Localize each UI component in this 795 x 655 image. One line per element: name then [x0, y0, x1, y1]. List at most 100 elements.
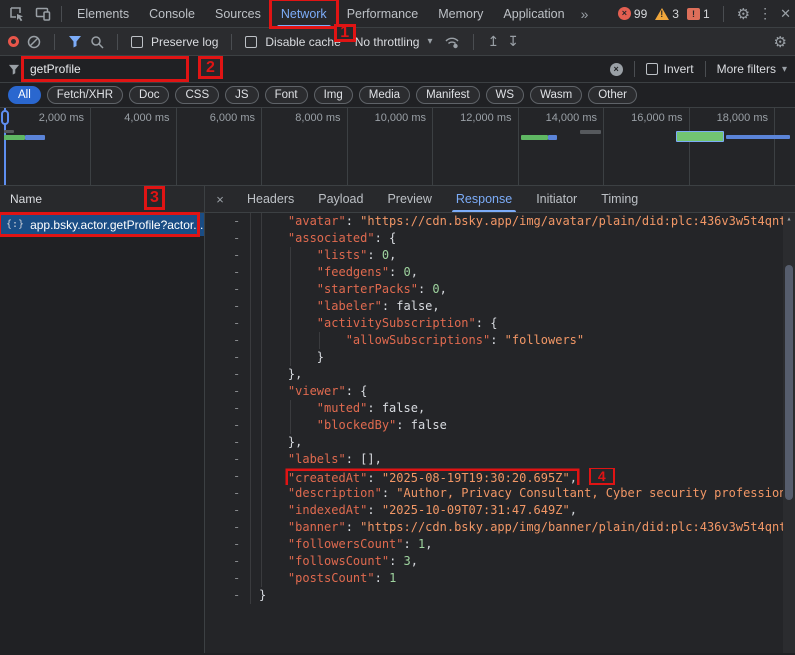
close-detail-icon[interactable]: ×	[205, 192, 235, 207]
filter-chip-other[interactable]: Other	[588, 86, 637, 104]
fold-marker[interactable]: -	[205, 587, 251, 604]
network-conditions-icon[interactable]	[444, 35, 460, 49]
request-row[interactable]: {:} app.bsky.actor.getProfile?actor...	[0, 213, 204, 236]
filter-chip-media[interactable]: Media	[359, 86, 410, 104]
more-filters-dropdown-arrow-icon[interactable]: ▾	[782, 64, 787, 75]
export-har-icon[interactable]: ↧	[507, 33, 519, 50]
invert-checkbox[interactable]	[646, 63, 658, 75]
tab-console[interactable]: Console	[139, 0, 205, 27]
network-toolbar: Preserve log Disable cache No throttling…	[0, 28, 795, 56]
issues-badge[interactable]: ! 1	[687, 7, 710, 21]
filter-input[interactable]: getProfile	[26, 60, 85, 78]
indent	[259, 401, 317, 415]
token: :	[382, 486, 396, 500]
network-settings-gear-icon[interactable]: ⚙	[774, 33, 787, 51]
network-overview-timeline[interactable]: 2,000 ms4,000 ms6,000 ms8,000 ms10,000 m…	[0, 108, 795, 186]
token: ,	[570, 471, 577, 485]
scroll-up-arrow-icon[interactable]: ▴	[783, 213, 795, 225]
indent	[259, 367, 288, 381]
disable-cache-checkbox[interactable]	[245, 36, 257, 48]
fold-marker[interactable]: -	[205, 349, 251, 366]
fold-marker[interactable]: -	[205, 502, 251, 519]
filter-chip-img[interactable]: Img	[314, 86, 353, 104]
detail-tab-payload[interactable]: Payload	[306, 186, 375, 212]
token: :	[418, 282, 432, 296]
response-line-code: "description": "Author, Privacy Consulta…	[251, 485, 795, 502]
clear-filter-icon[interactable]: ×	[610, 63, 623, 76]
fold-marker[interactable]: -	[205, 451, 251, 468]
fold-marker[interactable]: -	[205, 400, 251, 417]
clear-network-log-icon[interactable]	[27, 35, 41, 49]
error-badge[interactable]: × 99	[618, 7, 647, 21]
fold-marker[interactable]: -	[205, 468, 251, 485]
fold-marker[interactable]: -	[205, 281, 251, 298]
settings-gear-icon[interactable]: ⚙	[737, 5, 750, 23]
fold-marker[interactable]: -	[205, 315, 251, 332]
fold-marker[interactable]: -	[205, 264, 251, 281]
preserve-log-checkbox[interactable]	[131, 36, 143, 48]
tab-memory[interactable]: Memory	[428, 0, 493, 27]
tab-performance[interactable]: Performance	[337, 0, 429, 27]
filter-chip-ws[interactable]: WS	[486, 86, 525, 104]
filter-funnel-icon[interactable]	[68, 35, 82, 48]
response-body-viewer[interactable]: - "avatar": "https://cdn.bsky.app/img/av…	[205, 213, 795, 653]
filter-chip-manifest[interactable]: Manifest	[416, 86, 479, 104]
scrollbar-thumb[interactable]	[785, 265, 793, 500]
throttling-select[interactable]: No throttling	[355, 35, 420, 49]
fold-marker[interactable]: -	[205, 553, 251, 570]
fold-marker[interactable]: -	[205, 519, 251, 536]
throttling-dropdown-arrow-icon[interactable]: ▾	[427, 36, 432, 47]
token: },	[288, 367, 302, 381]
detail-tab-response[interactable]: Response	[444, 186, 524, 212]
fold-marker[interactable]: -	[205, 366, 251, 383]
record-network-log-icon[interactable]	[8, 36, 19, 47]
token: : [],	[346, 452, 382, 466]
token: :	[375, 571, 389, 585]
filter-chip-doc[interactable]: Doc	[129, 86, 169, 104]
timeline-selection-handle[interactable]	[1, 110, 9, 125]
filter-chip-css[interactable]: CSS	[175, 86, 219, 104]
indent	[259, 350, 317, 364]
filter-chip-fetch-xhr[interactable]: Fetch/XHR	[47, 86, 123, 104]
annotation-label-4: 4	[589, 468, 615, 485]
fold-marker[interactable]: -	[205, 213, 251, 230]
search-icon[interactable]	[90, 35, 104, 49]
vertical-scrollbar[interactable]: ▴	[783, 213, 795, 653]
fold-marker[interactable]: -	[205, 570, 251, 587]
detail-tab-headers[interactable]: Headers	[235, 186, 306, 212]
fold-marker[interactable]: -	[205, 230, 251, 247]
kebab-menu-icon[interactable]: ⋮	[758, 5, 772, 22]
fold-marker[interactable]: -	[205, 536, 251, 553]
timeline-tick-label: 12,000 ms	[446, 112, 512, 124]
fold-marker[interactable]: -	[205, 485, 251, 502]
tab-elements[interactable]: Elements	[67, 0, 139, 27]
fold-marker[interactable]: -	[205, 383, 251, 400]
tab-sources[interactable]: Sources	[205, 0, 271, 27]
inspect-element-icon[interactable]	[4, 3, 30, 25]
detail-tab-initiator[interactable]: Initiator	[524, 186, 589, 212]
fold-marker[interactable]: -	[205, 417, 251, 434]
fold-marker[interactable]: -	[205, 298, 251, 315]
device-toolbar-icon[interactable]	[30, 3, 56, 25]
tab-application[interactable]: Application	[493, 0, 574, 27]
detail-tab-timing[interactable]: Timing	[589, 186, 650, 212]
tab-network[interactable]: Network	[271, 0, 337, 27]
indent-guide	[261, 349, 262, 366]
detail-tab-preview[interactable]: Preview	[375, 186, 443, 212]
filter-chip-all[interactable]: All	[8, 86, 41, 104]
filter-chip-wasm[interactable]: Wasm	[530, 86, 582, 104]
fold-marker[interactable]: -	[205, 332, 251, 349]
import-har-icon[interactable]: ↥	[487, 33, 499, 50]
fold-marker[interactable]: -	[205, 247, 251, 264]
indent-guide	[261, 570, 262, 587]
more-filters-button[interactable]: More filters	[717, 62, 776, 76]
filter-chip-js[interactable]: JS	[225, 86, 258, 104]
filter-chip-font[interactable]: Font	[265, 86, 308, 104]
requests-name-column-header[interactable]: Name	[0, 186, 204, 213]
more-tabs-icon[interactable]: »	[575, 6, 595, 22]
response-line-code: "starterPacks": 0,	[251, 281, 795, 298]
close-devtools-icon[interactable]: ✕	[780, 6, 791, 22]
fold-marker[interactable]: -	[205, 434, 251, 451]
warning-badge[interactable]: 3	[655, 7, 679, 21]
response-line-code: "associated": {	[251, 230, 795, 247]
